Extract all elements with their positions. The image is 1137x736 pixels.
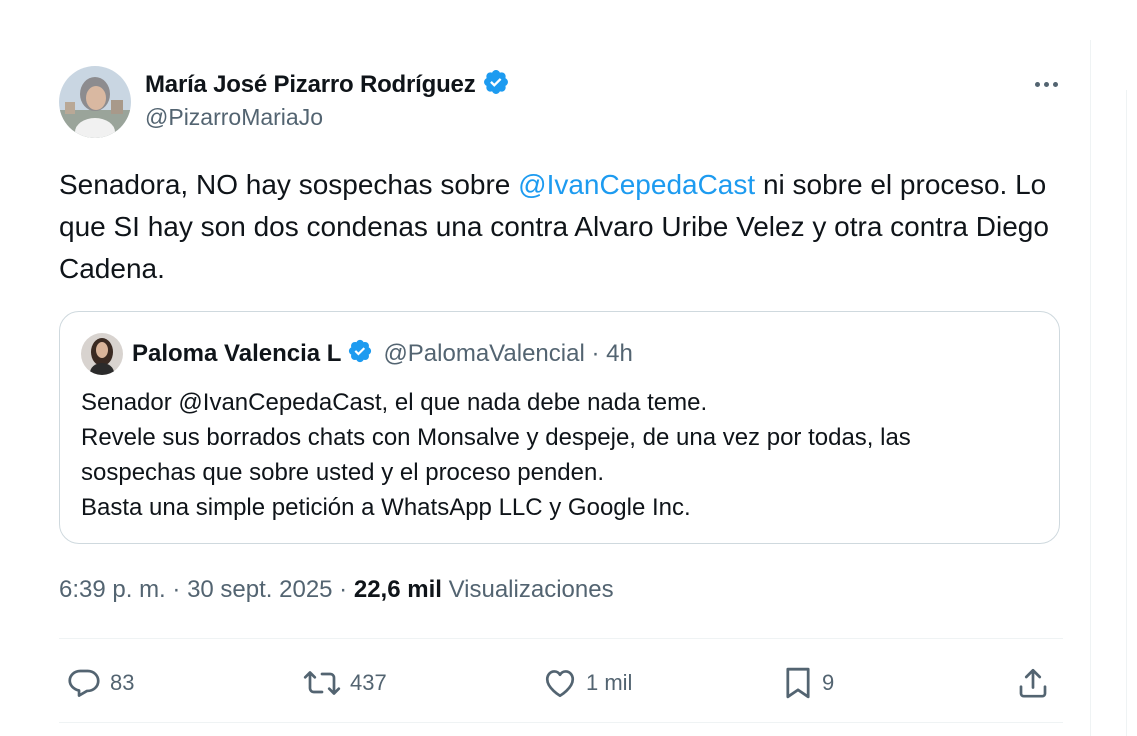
more-icon-dot	[1034, 81, 1040, 87]
tweet-text: Senadora, NO hay sospechas sobre @IvanCe…	[59, 164, 1069, 290]
quoted-text-line: sospechas que sobre usted y el proceso p…	[81, 459, 605, 486]
repost-icon	[302, 665, 342, 701]
tweet-timestamp-row: 6:39 p. m. · 30 sept. 2025 · 22,6 mil Vi…	[59, 576, 614, 603]
right-column-divider-2	[1126, 90, 1127, 736]
repost-button[interactable]: 437	[302, 664, 387, 702]
views-count: 22,6 mil	[353, 576, 442, 603]
reply-button[interactable]: 83	[66, 664, 134, 702]
like-button[interactable]: 1 mil	[542, 664, 632, 702]
divider-top	[59, 638, 1063, 639]
quoted-text-line: Basta una simple petición a WhatsApp LLC…	[81, 494, 691, 521]
quoted-text-line: Revele sus borrados chats con Monsalve y…	[81, 424, 911, 451]
quoted-time[interactable]: 4h	[606, 340, 633, 367]
author-name-row: María José Pizarro Rodríguez	[145, 68, 510, 101]
tweet-mention-link[interactable]: @IvanCepedaCast	[518, 169, 755, 200]
author-avatar[interactable]	[59, 66, 131, 138]
quoted-header: Paloma Valencia L @PalomaValencial · 4h	[132, 338, 633, 369]
author-display-name[interactable]: María José Pizarro Rodríguez	[145, 71, 476, 99]
like-count: 1 mil	[586, 670, 633, 695]
verified-badge-icon	[482, 68, 510, 101]
more-icon-dot	[1052, 81, 1058, 87]
quoted-tweet-card[interactable]: Paloma Valencia L @PalomaValencial · 4h …	[59, 311, 1060, 544]
bookmark-count: 9	[822, 670, 835, 695]
tweet-time[interactable]: 6:39 p. m.	[59, 576, 166, 603]
quoted-author-avatar[interactable]	[81, 333, 123, 375]
bookmark-button[interactable]: 9	[782, 664, 834, 702]
quoted-display-name[interactable]: Paloma Valencia L	[132, 340, 341, 368]
tweet-text-start: Senadora, NO hay sospechas sobre	[59, 169, 519, 200]
views-label: Visualizaciones	[448, 576, 614, 603]
author-handle[interactable]: @PizarroMariaJo	[145, 104, 323, 131]
more-options-button[interactable]	[1030, 70, 1062, 98]
share-button[interactable]	[1015, 664, 1051, 702]
reply-icon	[66, 665, 102, 701]
more-icon-dot	[1043, 81, 1049, 87]
like-icon	[542, 665, 578, 701]
quoted-text: Senador @IvanCepedaCast, el que nada deb…	[81, 385, 1041, 525]
bookmark-icon	[782, 665, 814, 701]
reply-count: 83	[110, 670, 135, 695]
right-column-divider	[1090, 40, 1091, 736]
verified-badge-icon	[347, 338, 373, 369]
quoted-text-line: Senador @IvanCepedaCast, el que nada deb…	[81, 389, 708, 416]
share-icon	[1015, 665, 1051, 701]
quoted-meta: @PalomaValencial · 4h	[383, 339, 633, 367]
repost-count: 437	[350, 670, 387, 695]
divider-bottom	[59, 722, 1063, 723]
tweet-date[interactable]: 30 sept. 2025	[187, 576, 332, 603]
quoted-handle[interactable]: @PalomaValencial	[383, 340, 584, 367]
